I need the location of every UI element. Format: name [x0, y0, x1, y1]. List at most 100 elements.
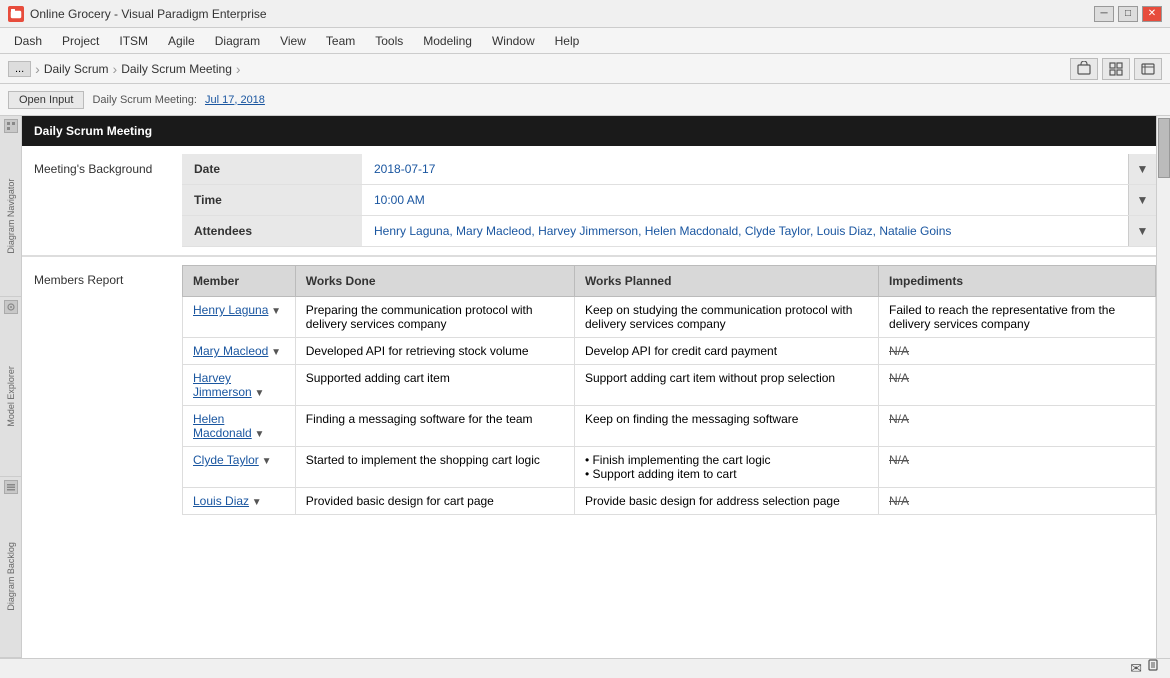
maximize-button[interactable]: □ — [1118, 6, 1138, 22]
table-row: Harvey Jimmerson ▼Supported adding cart … — [183, 365, 1156, 406]
na-text: N/A — [889, 344, 909, 358]
na-text: N/A — [889, 453, 909, 467]
col-works-done: Works Done — [295, 266, 574, 297]
table-row: Henry Laguna ▼Preparing the communicatio… — [183, 297, 1156, 338]
works-planned-cell: Support adding cart item without prop se… — [574, 365, 878, 406]
member-cell: Clyde Taylor ▼ — [183, 447, 296, 488]
impediments-cell: Failed to reach the representative from … — [879, 297, 1156, 338]
scrollbar-thumb[interactable] — [1158, 118, 1170, 178]
menu-agile[interactable]: Agile — [158, 31, 205, 51]
daily-scrum-label: Daily Scrum Meeting: — [92, 94, 197, 106]
col-member: Member — [183, 266, 296, 297]
menu-itsm[interactable]: ITSM — [109, 31, 158, 51]
close-button[interactable]: ✕ — [1142, 6, 1162, 22]
date-toggle[interactable]: ▼ — [1128, 154, 1156, 184]
breadcrumb-daily-scrum[interactable]: Daily Scrum — [44, 62, 109, 76]
breadcrumb-btn-2[interactable] — [1102, 58, 1130, 80]
members-report-label: Members Report — [22, 265, 182, 515]
attendees-label: Attendees — [182, 216, 362, 246]
minimize-button[interactable]: ─ — [1094, 6, 1114, 22]
members-report-section: Members Report Member Works Done Works P… — [22, 257, 1156, 523]
open-input-button[interactable]: Open Input — [8, 91, 84, 109]
content-scroll-wrap: Daily Scrum Meeting Meeting's Background… — [22, 116, 1170, 658]
breadcrumb-arrow-3: › — [236, 61, 241, 77]
app-icon — [8, 6, 24, 22]
works-planned-cell: Develop API for credit card payment — [574, 338, 878, 365]
nav-icon-model[interactable] — [4, 300, 18, 314]
breadcrumb-daily-scrum-meeting[interactable]: Daily Scrum Meeting — [121, 62, 232, 76]
members-table: Member Works Done Works Planned Impedime… — [182, 265, 1156, 515]
member-name-link[interactable]: Louis Diaz — [193, 494, 249, 508]
works-planned-cell: Keep on finding the messaging software — [574, 406, 878, 447]
menu-window[interactable]: Window — [482, 31, 545, 51]
vertical-scrollbar[interactable] — [1156, 116, 1170, 658]
section-title: Daily Scrum Meeting — [34, 124, 152, 138]
impediments-cell: N/A — [879, 447, 1156, 488]
na-text: N/A — [889, 494, 909, 508]
member-name-link[interactable]: Clyde Taylor — [193, 453, 259, 467]
menu-team[interactable]: Team — [316, 31, 365, 51]
member-expand-icon[interactable]: ▼ — [268, 306, 281, 317]
impediments-cell: N/A — [879, 488, 1156, 515]
member-name-link[interactable]: Harvey Jimmerson — [193, 371, 252, 399]
breadcrumb-dots[interactable]: ... — [8, 61, 31, 77]
menu-view[interactable]: View — [270, 31, 316, 51]
doc-icon[interactable] — [1146, 659, 1162, 678]
date-value: 2018-07-17 — [362, 154, 1128, 184]
member-name-link[interactable]: Mary Macleod — [193, 344, 268, 358]
works-done-cell: Supported adding cart item — [295, 365, 574, 406]
breadcrumb-bar: ... › Daily Scrum › Daily Scrum Meeting … — [0, 54, 1170, 84]
member-cell: Mary Macleod ▼ — [183, 338, 296, 365]
meeting-date[interactable]: Jul 17, 2018 — [205, 94, 265, 106]
title-bar: Online Grocery - Visual Paradigm Enterpr… — [0, 0, 1170, 28]
member-cell: Harvey Jimmerson ▼ — [183, 365, 296, 406]
attendees-toggle[interactable]: ▼ — [1128, 216, 1156, 246]
email-icon[interactable]: ✉ — [1130, 660, 1142, 677]
member-name-link[interactable]: Helen Macdonald — [193, 412, 252, 440]
menu-dash[interactable]: Dash — [4, 31, 52, 51]
status-bar: ✉ — [0, 658, 1170, 678]
section-header: Daily Scrum Meeting — [22, 116, 1156, 146]
member-cell: Henry Laguna ▼ — [183, 297, 296, 338]
meetings-background-section: Meeting's Background Date 2018-07-17 ▼ T… — [22, 146, 1156, 257]
time-label: Time — [182, 185, 362, 215]
breadcrumb-btn-1[interactable] — [1070, 58, 1098, 80]
na-text: N/A — [889, 371, 909, 385]
member-name-link[interactable]: Henry Laguna — [193, 303, 268, 317]
nav-icon-row-1 — [0, 116, 21, 136]
main-area: Diagram Navigator Model Explorer Diagram… — [0, 116, 1170, 658]
nav-icon-diagram[interactable] — [4, 119, 18, 133]
nav-icon-backlog[interactable] — [4, 480, 18, 494]
menu-modeling[interactable]: Modeling — [413, 31, 482, 51]
works-done-cell: Preparing the communication protocol wit… — [295, 297, 574, 338]
menu-bar: Dash Project ITSM Agile Diagram View Tea… — [0, 28, 1170, 54]
menu-diagram[interactable]: Diagram — [205, 31, 270, 51]
breadcrumb-arrow-1: › — [35, 61, 40, 77]
works-planned-cell: • Finish implementing the cart logic• Su… — [574, 447, 878, 488]
meetings-background-content: Date 2018-07-17 ▼ Time 10:00 AM ▼ Attend… — [182, 154, 1156, 247]
nav-section-diagram-navigator: Diagram Navigator — [0, 116, 21, 297]
attendees-value: Henry Laguna, Mary Macleod, Harvey Jimme… — [362, 216, 1128, 246]
member-expand-icon[interactable]: ▼ — [252, 429, 265, 440]
works-planned-cell: Keep on studying the communication proto… — [574, 297, 878, 338]
table-row: Mary Macleod ▼Developed API for retrievi… — [183, 338, 1156, 365]
time-toggle[interactable]: ▼ — [1128, 185, 1156, 215]
breadcrumb-btn-3[interactable] — [1134, 58, 1162, 80]
menu-tools[interactable]: Tools — [365, 31, 413, 51]
member-expand-icon[interactable]: ▼ — [259, 456, 272, 467]
impediments-cell: N/A — [879, 365, 1156, 406]
member-expand-icon[interactable]: ▼ — [252, 388, 265, 399]
table-row: Louis Diaz ▼Provided basic design for ca… — [183, 488, 1156, 515]
member-expand-icon[interactable]: ▼ — [268, 347, 281, 358]
member-expand-icon[interactable]: ▼ — [249, 497, 262, 508]
nav-section-diagram-backlog: Diagram Backlog — [0, 477, 21, 658]
member-cell: Louis Diaz ▼ — [183, 488, 296, 515]
title-bar-left: Online Grocery - Visual Paradigm Enterpr… — [8, 6, 267, 22]
works-done-cell: Started to implement the shopping cart l… — [295, 447, 574, 488]
nav-label-diagram: Diagram Navigator — [4, 136, 18, 296]
time-value: 10:00 AM — [362, 185, 1128, 215]
members-table-wrap: Member Works Done Works Planned Impedime… — [182, 265, 1156, 515]
menu-project[interactable]: Project — [52, 31, 109, 51]
menu-help[interactable]: Help — [545, 31, 590, 51]
window-controls: ─ □ ✕ — [1094, 6, 1162, 22]
